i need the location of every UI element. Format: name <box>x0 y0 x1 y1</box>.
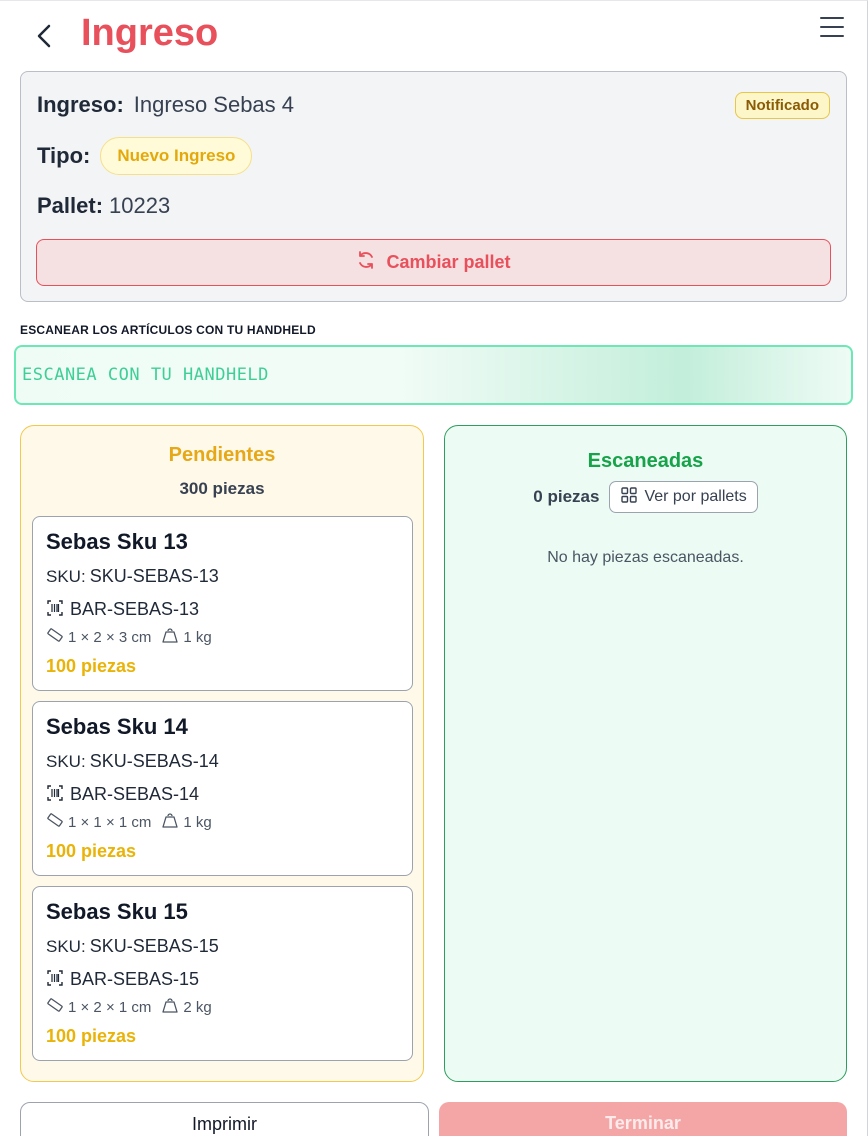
item-sku: SKU: SKU-SEBAS-13 <box>46 566 219 587</box>
pallet-row: Pallet: 10223 <box>37 193 170 219</box>
dims-value: 1 × 1 × 1 cm <box>68 813 152 831</box>
sku-value: SKU-SEBAS-15 <box>89 936 219 956</box>
weight-value: 2 kg <box>183 998 212 1016</box>
item-dimensions: 1 × 2 × 3 cm 1 kg <box>46 627 212 647</box>
barcode-icon <box>46 781 70 807</box>
tipo-label: Tipo: <box>37 143 91 168</box>
item-quantity: 100 piezas <box>46 656 137 676</box>
item-barcode: BAR-SEBAS-14 <box>46 781 199 807</box>
sku-label: SKU: <box>46 937 86 956</box>
ruler-icon <box>46 627 68 647</box>
tipo-row: Tipo: Nuevo Ingreso <box>37 137 253 175</box>
weight-icon <box>161 812 183 832</box>
view-by-pallets-label: Ver por pallets <box>644 488 747 505</box>
scanned-count: 0 piezas <box>533 487 600 506</box>
view-by-pallets-button[interactable]: Ver por pallets <box>609 481 758 513</box>
pallet-value: 10223 <box>109 193 171 218</box>
weight-value: 1 kg <box>183 813 212 831</box>
finish-button[interactable]: Terminar <box>439 1102 847 1136</box>
pallet-label: Pallet: <box>37 193 104 218</box>
hamburger-menu-icon[interactable] <box>818 14 846 40</box>
ingreso-info-card: Ingreso: Ingreso Sebas 4 Notificado Tipo… <box>20 71 847 302</box>
item-dimensions: 1 × 1 × 1 cm 1 kg <box>46 812 212 832</box>
empty-state-text: No hay piezas escaneadas. <box>547 549 744 566</box>
status-badge: Notificado <box>734 92 830 119</box>
weight-icon <box>161 627 183 647</box>
weight-group: 2 kg <box>161 997 212 1017</box>
scanned-count-row: 0 piezas Ver por pallets <box>445 481 846 513</box>
weight-value: 1 kg <box>183 628 212 646</box>
item-name: Sebas Sku 14 <box>46 714 188 739</box>
item-quantity: 100 piezas <box>46 1026 137 1046</box>
barcode-value: BAR-SEBAS-13 <box>70 598 200 619</box>
item-name: Sebas Sku 13 <box>46 529 188 554</box>
item-barcode: BAR-SEBAS-15 <box>46 966 199 992</box>
scanned-title: Escaneadas <box>587 450 704 472</box>
barcode-value: BAR-SEBAS-15 <box>70 968 200 989</box>
weight-icon <box>161 997 183 1017</box>
sku-value: SKU-SEBAS-13 <box>89 566 219 586</box>
print-button[interactable]: Imprimir <box>20 1102 429 1136</box>
item-sku: SKU: SKU-SEBAS-15 <box>46 936 219 957</box>
change-pallet-label: Cambiar pallet <box>386 252 511 272</box>
page-title: Ingreso <box>81 12 219 54</box>
item-quantity: 100 piezas <box>46 841 137 861</box>
dims-value: 1 × 2 × 1 cm <box>68 998 152 1016</box>
item-sku: SKU: SKU-SEBAS-14 <box>46 751 219 772</box>
weight-group: 1 kg <box>161 627 212 647</box>
barcode-icon <box>46 596 70 622</box>
tipo-badge: Nuevo Ingreso <box>100 137 253 175</box>
ruler-icon <box>46 997 68 1017</box>
ingreso-row: Ingreso: Ingreso Sebas 4 <box>37 92 294 118</box>
weight-group: 1 kg <box>161 812 212 832</box>
scanner-label: ESCANEAR LOS ARTÍCULOS CON TU HANDHELD <box>20 323 316 337</box>
pending-count: 300 piezas <box>179 479 265 498</box>
item-barcode: BAR-SEBAS-13 <box>46 596 199 622</box>
item-name: Sebas Sku 15 <box>46 899 188 924</box>
change-pallet-button[interactable]: Cambiar pallet <box>36 239 831 286</box>
sku-value: SKU-SEBAS-14 <box>89 751 219 771</box>
grid-icon <box>620 486 644 509</box>
back-arrow-icon[interactable] <box>30 22 58 50</box>
barcode-value: BAR-SEBAS-14 <box>70 783 200 804</box>
scanner-input[interactable] <box>14 345 853 405</box>
pending-column: Pendientes 300 piezas Sebas Sku 13 SKU: S… <box>20 425 424 1082</box>
pending-item-card[interactable]: Sebas Sku 15 SKU: SKU-SEBAS-15 BAR-SEBAS-… <box>32 886 413 1061</box>
sku-label: SKU: <box>46 752 86 771</box>
pending-title: Pendientes <box>168 444 276 466</box>
refresh-icon <box>356 250 386 275</box>
pending-item-card[interactable]: Sebas Sku 13 SKU: SKU-SEBAS-13 BAR-SEBAS-… <box>32 516 413 691</box>
item-dimensions: 1 × 2 × 1 cm 2 kg <box>46 997 212 1017</box>
ingreso-label: Ingreso: <box>37 92 124 117</box>
ruler-icon <box>46 812 68 832</box>
dims-value: 1 × 2 × 3 cm <box>68 628 152 646</box>
barcode-icon <box>46 966 70 992</box>
sku-label: SKU: <box>46 567 86 586</box>
scanned-column: Escaneadas 0 piezas Ver por pallets No h… <box>444 425 847 1082</box>
ingreso-value: Ingreso Sebas 4 <box>133 92 295 117</box>
pending-item-card[interactable]: Sebas Sku 14 SKU: SKU-SEBAS-14 BAR-SEBAS-… <box>32 701 413 876</box>
